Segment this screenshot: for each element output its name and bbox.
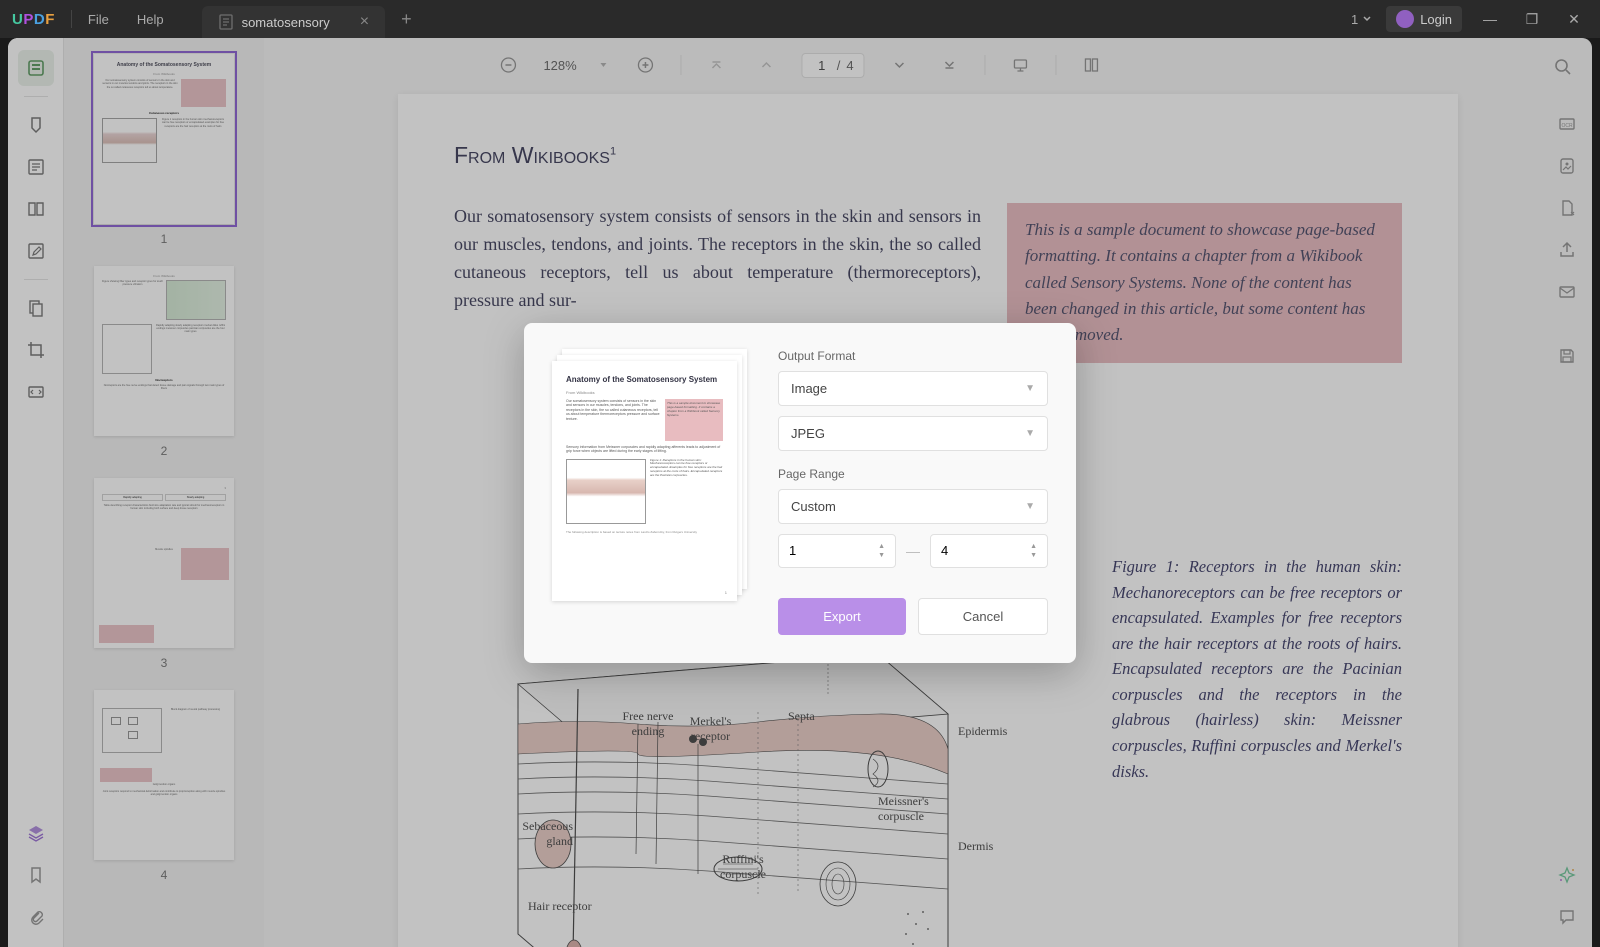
tab-close-icon[interactable]: × bbox=[360, 13, 369, 31]
range-from-input[interactable]: ▲▼ bbox=[778, 534, 896, 568]
range-from-field[interactable] bbox=[789, 543, 829, 558]
export-modal: Anatomy of the Somatosensory System From… bbox=[524, 323, 1076, 663]
new-tab-button[interactable]: + bbox=[401, 9, 412, 30]
range-to-input[interactable]: ▲▼ bbox=[930, 534, 1048, 568]
export-modal-overlay: Anatomy of the Somatosensory System From… bbox=[8, 38, 1592, 947]
output-format-select[interactable]: Image ▼ bbox=[778, 371, 1048, 406]
avatar-icon bbox=[1396, 10, 1414, 28]
range-to-field[interactable] bbox=[941, 543, 981, 558]
login-button[interactable]: Login bbox=[1386, 6, 1462, 32]
image-format-select[interactable]: JPEG ▼ bbox=[778, 416, 1048, 451]
spinner-up-icon[interactable]: ▲ bbox=[1030, 543, 1037, 550]
caret-down-icon: ▼ bbox=[1025, 501, 1035, 512]
page-range-mode-select[interactable]: Custom ▼ bbox=[778, 489, 1048, 524]
export-button[interactable]: Export bbox=[778, 598, 906, 635]
maximize-button[interactable]: ❐ bbox=[1518, 11, 1546, 28]
titlebar: UPDF File Help somatosensory × + 1 Login… bbox=[0, 0, 1600, 38]
app-logo: UPDF bbox=[12, 11, 55, 28]
page-range-label: Page Range bbox=[778, 467, 1048, 481]
chevron-down-icon bbox=[1362, 14, 1372, 24]
window-counter[interactable]: 1 bbox=[1351, 12, 1372, 27]
menu-help[interactable]: Help bbox=[137, 12, 164, 27]
export-form: Output Format Image ▼ JPEG ▼ Page Range … bbox=[778, 349, 1048, 635]
cancel-button[interactable]: Cancel bbox=[918, 598, 1048, 635]
document-tab-icon bbox=[218, 14, 234, 30]
spinner-down-icon[interactable]: ▼ bbox=[878, 552, 885, 559]
close-window-button[interactable]: ✕ bbox=[1560, 11, 1588, 28]
range-separator: — bbox=[906, 543, 920, 559]
tab-title: somatosensory bbox=[242, 15, 330, 30]
document-tab[interactable]: somatosensory × bbox=[202, 6, 386, 38]
spinner-down-icon[interactable]: ▼ bbox=[1030, 552, 1037, 559]
export-preview: Anatomy of the Somatosensory System From… bbox=[552, 349, 752, 599]
main-content: Anatomy of the Somatosensory System From… bbox=[8, 38, 1592, 947]
minimize-button[interactable]: — bbox=[1476, 11, 1504, 27]
output-format-label: Output Format bbox=[778, 349, 1048, 363]
menu-file[interactable]: File bbox=[88, 12, 109, 27]
caret-down-icon: ▼ bbox=[1025, 383, 1035, 394]
spinner-up-icon[interactable]: ▲ bbox=[878, 543, 885, 550]
caret-down-icon: ▼ bbox=[1025, 428, 1035, 439]
